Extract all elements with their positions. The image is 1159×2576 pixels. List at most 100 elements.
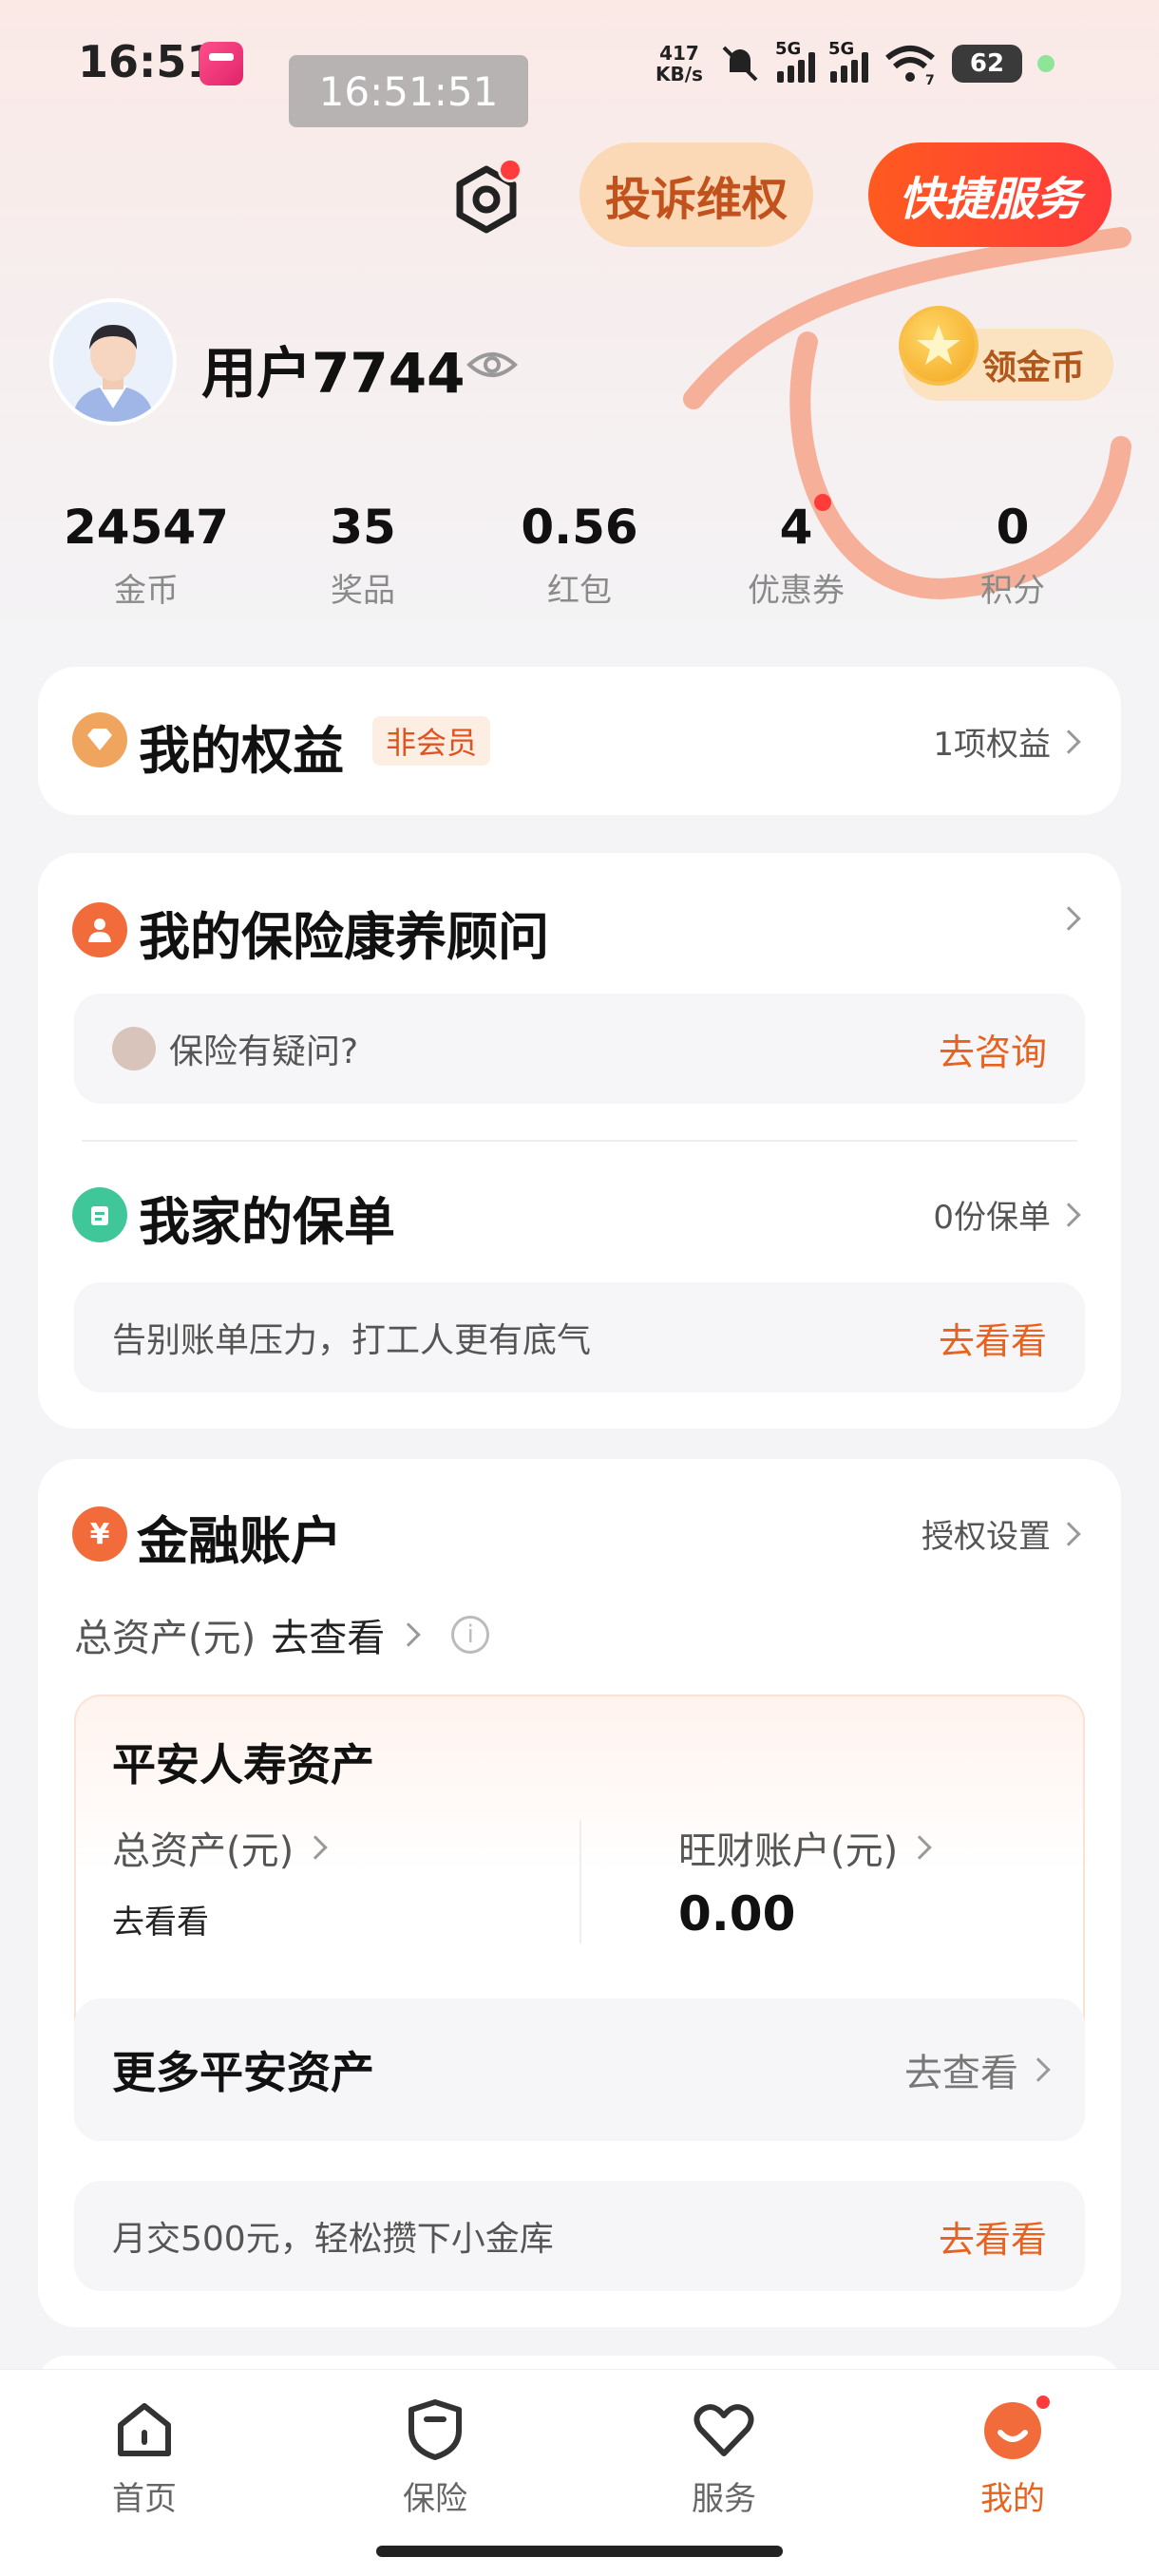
yuan-icon: ¥ bbox=[72, 1506, 127, 1562]
pingan-total-value[interactable]: 去看看 bbox=[112, 1896, 209, 1942]
chevron-right-icon bbox=[1056, 1202, 1081, 1227]
stat-value: 4 bbox=[779, 500, 813, 555]
advisor-consult-row[interactable]: 保险有疑问? 去咨询 bbox=[74, 994, 1085, 1104]
network-speed: 417 KB/s bbox=[656, 43, 703, 85]
advisor-title: 我的保险康养顾问 bbox=[139, 907, 549, 967]
pingan-assets-title: 平安人寿资产 bbox=[112, 1739, 374, 1790]
stat-label: 红包 bbox=[547, 572, 612, 610]
stat-label: 金币 bbox=[114, 572, 179, 610]
user-avatar-icon bbox=[72, 325, 154, 422]
membership-badge: 非会员 bbox=[372, 716, 491, 766]
heart-icon bbox=[694, 2404, 754, 2456]
advisor-question-text: 保险有疑问? bbox=[169, 1032, 359, 1071]
savings-view-button[interactable]: 去看看 bbox=[939, 2210, 1047, 2263]
policy-slogan: 告别账单压力，打工人更有底气 bbox=[112, 1321, 592, 1360]
more-assets-link[interactable]: 去查看 bbox=[904, 2042, 1051, 2097]
tab-label: 保险 bbox=[403, 2480, 467, 2518]
divider bbox=[82, 1140, 1077, 1142]
stat-value: 0 bbox=[996, 500, 1030, 555]
chevron-right-icon bbox=[1056, 1521, 1081, 1546]
profile-notification-dot bbox=[1034, 2393, 1053, 2412]
tab-label: 首页 bbox=[112, 2480, 177, 2518]
home-indicator[interactable] bbox=[376, 2546, 783, 2557]
sim1-label: 5G bbox=[774, 39, 802, 59]
policy-title: 我家的保单 bbox=[139, 1192, 395, 1252]
network-speed-unit: KB/s bbox=[656, 63, 703, 85]
policy-document-icon bbox=[72, 1187, 127, 1242]
stat-points[interactable]: 0 积分 bbox=[904, 494, 1121, 611]
network-speed-value: 417 bbox=[659, 42, 699, 65]
stat-value: 0.56 bbox=[521, 500, 638, 555]
savings-promo-text: 月交500元，轻松攒下小金库 bbox=[112, 2220, 554, 2259]
total-assets-label: 总资产(元) bbox=[74, 1617, 256, 1660]
stat-coupons[interactable]: 4 优惠券 bbox=[688, 494, 904, 611]
time-overlay: 16:51:51 bbox=[289, 55, 528, 127]
policy-link[interactable]: 0份保单 bbox=[933, 1191, 1081, 1238]
tab-label: 我的 bbox=[980, 2480, 1045, 2518]
signal-sim2-icon: 5G bbox=[828, 39, 868, 83]
chevron-right-icon bbox=[1026, 2057, 1051, 2082]
benefit-diamond-icon bbox=[72, 712, 127, 767]
tab-label: 服务 bbox=[692, 2480, 756, 2518]
notification-app-icon bbox=[200, 42, 243, 85]
auth-settings-link[interactable]: 授权设置 bbox=[922, 1510, 1081, 1557]
benefits-title: 我的权益 bbox=[139, 721, 344, 781]
signal-sim1-icon: 5G bbox=[775, 39, 815, 83]
stat-coins[interactable]: 24547 金币 bbox=[38, 494, 255, 611]
status-indicators: 417 KB/s 5G 5G 7 62 bbox=[656, 38, 1054, 89]
settings-notification-dot bbox=[498, 158, 522, 182]
benefits-card[interactable]: 我的权益 非会员 1项权益 bbox=[38, 667, 1121, 815]
benefits-count: 1项权益 bbox=[933, 726, 1051, 764]
more-assets-action: 去查看 bbox=[904, 2052, 1018, 2095]
pingan-total-link[interactable]: 总资产(元) bbox=[112, 1820, 328, 1875]
avatar[interactable] bbox=[49, 298, 177, 426]
info-icon[interactable]: i bbox=[451, 1616, 490, 1654]
complaint-button[interactable]: 投诉维权 bbox=[580, 142, 813, 247]
eye-icon[interactable] bbox=[466, 342, 519, 388]
chevron-right-icon bbox=[396, 1622, 421, 1647]
divider bbox=[580, 1820, 581, 1943]
home-icon bbox=[118, 2403, 171, 2456]
stat-red-packets[interactable]: 0.56 红包 bbox=[471, 494, 688, 611]
consult-button[interactable]: 去咨询 bbox=[939, 1023, 1047, 1075]
stat-prizes[interactable]: 35 奖品 bbox=[255, 494, 471, 611]
total-assets-row[interactable]: 总资产(元) 去查看 i bbox=[74, 1607, 490, 1662]
advisor-avatar bbox=[112, 1027, 156, 1070]
battery-indicator: 62 bbox=[951, 45, 1022, 83]
policy-promo-row[interactable]: 告别账单压力，打工人更有底气 去看看 bbox=[74, 1282, 1085, 1392]
finance-title: 金融账户 bbox=[137, 1511, 342, 1571]
tab-profile[interactable]: 我的 bbox=[918, 2393, 1108, 2519]
more-assets-row[interactable]: 更多平安资产 去查看 bbox=[74, 1998, 1085, 2141]
advisor-question: 保险有疑问? bbox=[112, 1024, 358, 1073]
shield-icon bbox=[408, 2399, 462, 2460]
quick-service-button[interactable]: 快捷服务 bbox=[868, 142, 1112, 247]
policy-view-button[interactable]: 去看看 bbox=[939, 1312, 1047, 1364]
stat-value: 35 bbox=[330, 500, 396, 555]
tab-insurance[interactable]: 保险 bbox=[340, 2396, 530, 2519]
tab-home[interactable]: 首页 bbox=[49, 2396, 239, 2519]
more-assets-title: 更多平安资产 bbox=[112, 2047, 374, 2098]
mute-bell-icon bbox=[722, 46, 758, 82]
benefits-link[interactable]: 1项权益 bbox=[933, 718, 1081, 765]
sim2-label: 5G bbox=[827, 39, 855, 59]
wifi-sub-label: 7 bbox=[925, 73, 935, 85]
stat-label: 积分 bbox=[980, 572, 1045, 610]
username: 用户7744 bbox=[201, 341, 466, 406]
total-assets-action: 去查看 bbox=[271, 1617, 386, 1660]
policy-count: 0份保单 bbox=[933, 1199, 1051, 1237]
stat-label: 优惠券 bbox=[748, 572, 845, 610]
coin-star-icon bbox=[899, 306, 978, 386]
chevron-right-icon bbox=[303, 1835, 328, 1860]
savings-promo-row[interactable]: 月交500元，轻松攒下小金库 去看看 bbox=[74, 2181, 1085, 2291]
chevron-right-icon bbox=[1056, 729, 1081, 754]
coupon-notification-dot bbox=[814, 494, 831, 511]
stat-label: 奖品 bbox=[331, 572, 395, 610]
wangcai-label: 旺财账户(元) bbox=[678, 1829, 899, 1873]
status-time: 16:51 bbox=[78, 36, 218, 87]
privacy-dot bbox=[1036, 55, 1054, 72]
advisor-link[interactable] bbox=[1056, 906, 1081, 931]
stats-row: 24547 金币 35 奖品 0.56 红包 4 优惠券 0 积分 bbox=[38, 494, 1121, 611]
wangcai-account-link[interactable]: 旺财账户(元) bbox=[678, 1820, 932, 1875]
chevron-right-icon bbox=[907, 1835, 932, 1860]
tab-services[interactable]: 服务 bbox=[629, 2396, 819, 2519]
